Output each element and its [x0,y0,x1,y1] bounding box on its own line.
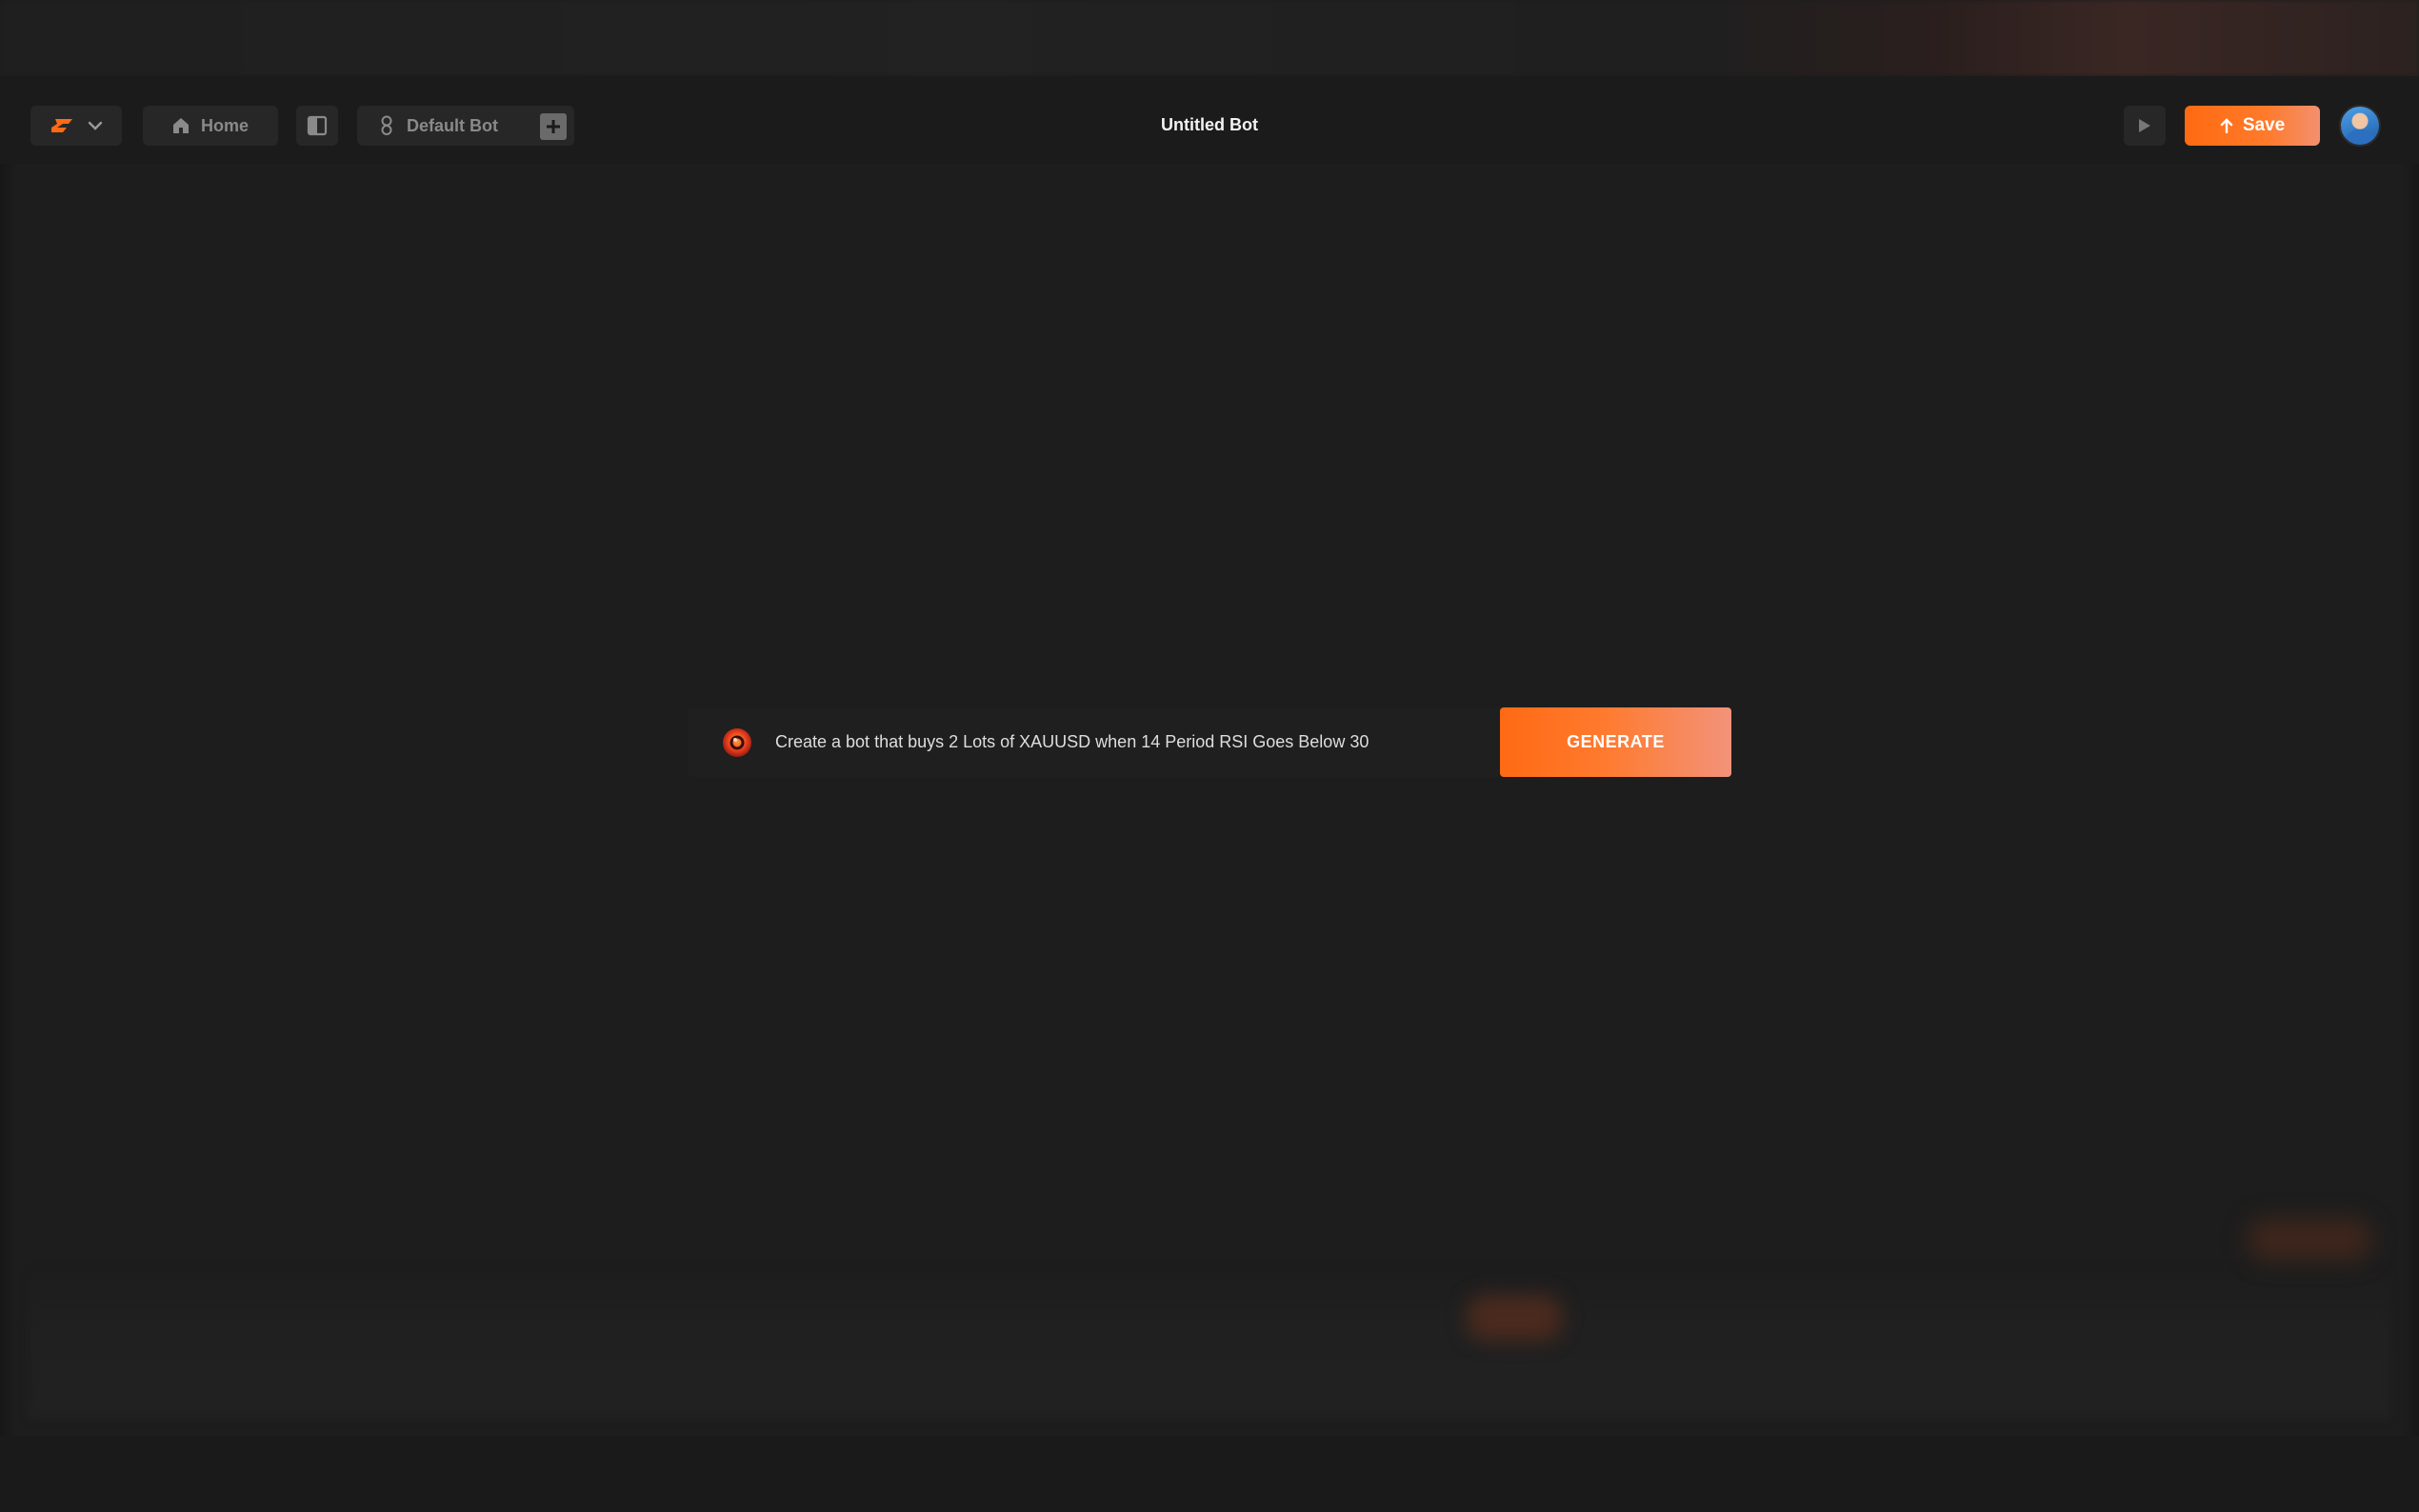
ai-spark-icon [723,728,751,757]
save-label: Save [2242,115,2286,135]
home-label: Home [200,115,249,135]
blurred-accent-blob [1467,1295,1562,1341]
bot-tab-label: Default Bot [407,115,498,135]
blurred-accent-blob-right [2248,1219,2371,1261]
bot-icon [381,115,392,135]
arrow-up-icon [2220,118,2233,133]
plus-icon [547,120,560,133]
home-icon [172,118,189,133]
run-button[interactable] [2124,106,2166,146]
logo-menu-button[interactable] [30,106,122,146]
brand-logo-icon [51,119,72,132]
canvas-edge-right [2402,164,2419,1436]
chevron-down-icon [88,121,103,130]
blurred-toolbar [29,1266,2390,1419]
bottom-bar [0,1436,2419,1512]
generate-button[interactable]: GENERATE [1500,707,1731,777]
page-title: Untitled Bot [1161,115,1258,134]
canvas-edge-left [0,164,17,1436]
avatar[interactable] [2339,105,2381,147]
top-header: Home Default Bot Untitled Bot Save [0,76,2419,164]
tab-default-bot[interactable]: Default Bot [357,106,574,146]
bot-canvas[interactable] [0,164,2419,1436]
ai-prompt-box: GENERATE [688,707,1731,777]
prompt-input[interactable] [775,707,1385,777]
play-icon [2139,119,2150,132]
save-button[interactable]: Save [2185,106,2320,146]
sidebar-toggle-icon [307,115,328,136]
top-blurred-strip [0,0,2419,76]
sidebar-toggle-button[interactable] [296,106,338,146]
add-bot-button[interactable] [540,113,567,140]
home-button[interactable]: Home [143,106,278,146]
